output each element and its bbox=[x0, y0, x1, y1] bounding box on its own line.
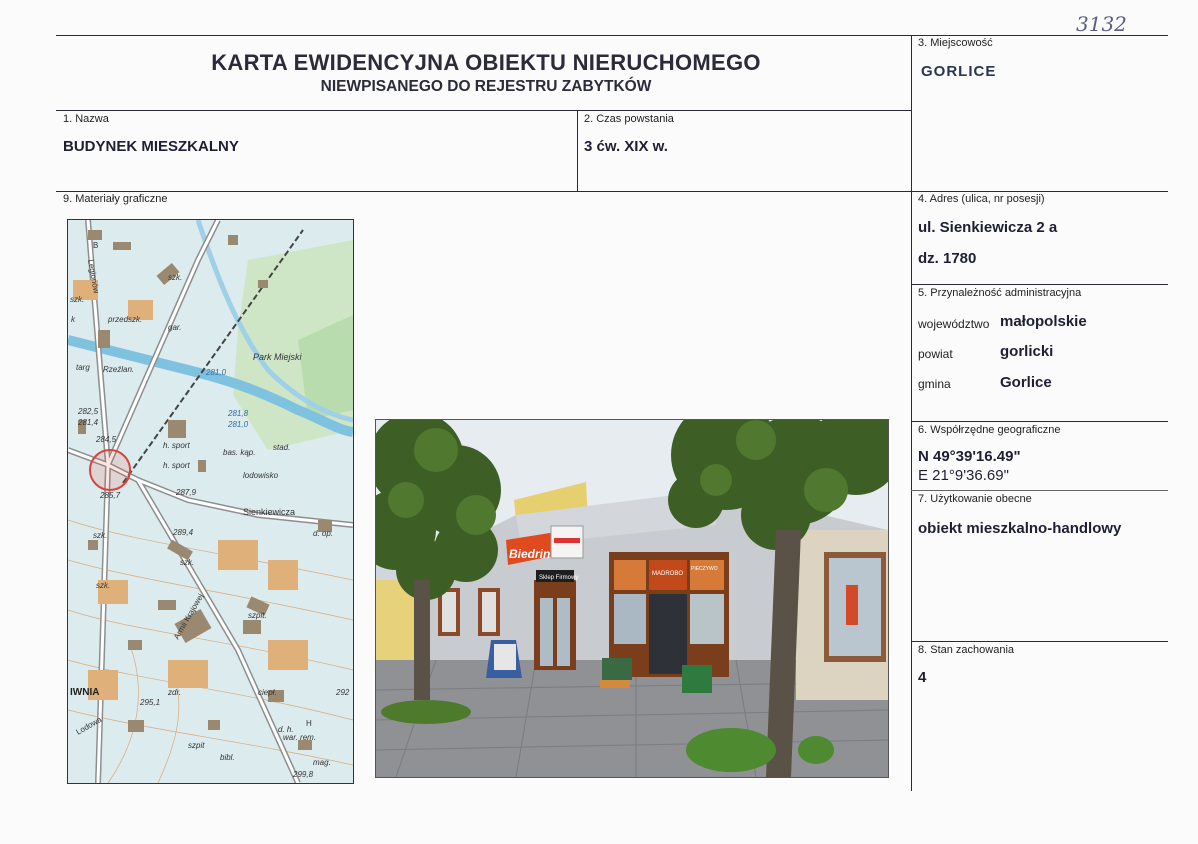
location-marker bbox=[89, 449, 131, 491]
map-label-zdr: zdr. bbox=[167, 688, 181, 697]
map-label-292: 292 bbox=[335, 688, 350, 697]
stan-value: 4 bbox=[918, 669, 927, 686]
wojewodztwo-key: województwo bbox=[918, 317, 990, 331]
map-label-szk: szk. bbox=[168, 273, 182, 282]
map-label-287-9: 287,9 bbox=[175, 488, 197, 497]
map-label-295-1: 295,1 bbox=[139, 698, 160, 707]
map-label-ciepl: ciepł. bbox=[258, 688, 277, 697]
map-label-281-4: 281,4 bbox=[77, 418, 99, 427]
topographic-map: szk. przedszk. gar. Park Miejski targ Rz… bbox=[67, 219, 354, 784]
shop-sign-text: Sklep Firmowy bbox=[539, 575, 578, 581]
map-label-szk4: szk. bbox=[96, 581, 110, 590]
map-label-szpit: szpit. bbox=[248, 611, 267, 620]
map-label-dh: d. h. bbox=[278, 725, 294, 734]
latitude-value: N 49°39'16.49" bbox=[918, 448, 1021, 465]
map-label-iwnia: IWNIA bbox=[70, 687, 99, 698]
map-label-dop: d. op. bbox=[313, 529, 333, 538]
pieczywo-text: PIECZYWO bbox=[691, 566, 718, 572]
rule-name-divider bbox=[577, 110, 578, 191]
map-label-hsport1: h. sport bbox=[163, 441, 190, 450]
map-label-lodowisko: lodowisko bbox=[243, 471, 279, 480]
adres-plot: dz. 1780 bbox=[918, 250, 977, 267]
powiat-key: powiat bbox=[918, 347, 953, 361]
shrub bbox=[686, 728, 776, 772]
rule-under-name bbox=[56, 191, 1168, 192]
map-label-281-8: 281,8 bbox=[227, 409, 249, 418]
map-label-285-7: 285,7 bbox=[99, 491, 121, 500]
rule-after-coords bbox=[911, 490, 1168, 491]
powiat-value: gorlicki bbox=[1000, 343, 1054, 360]
gmina-value: Gorlice bbox=[1000, 374, 1052, 391]
longitude-value: E 21°9'36.69" bbox=[918, 467, 1009, 484]
materialy-label: 9. Materiały graficzne bbox=[63, 193, 168, 205]
uzytkowanie-value: obiekt mieszkalno-handlowy bbox=[918, 520, 1122, 537]
map-label-281-0b: 281,0 bbox=[227, 420, 249, 429]
tree-trunk-left bbox=[414, 580, 430, 700]
wspolrzedne-label: 6. Współrzędne geograficzne bbox=[918, 424, 1061, 436]
miejscowosc-label: 3. Miejscowość bbox=[918, 37, 993, 49]
map-graphic: szk. przedszk. gar. Park Miejski targ Rz… bbox=[68, 220, 353, 783]
rule-right-column bbox=[911, 35, 912, 791]
record-card: 3132 KARTA EWIDENCYJNA OBIEKTU NIERUCHOM… bbox=[0, 0, 1198, 844]
map-label-przedszk: przedszk. bbox=[107, 315, 142, 324]
map-label-szk3: szk. bbox=[180, 558, 194, 567]
map-label-gar: gar. bbox=[168, 323, 182, 332]
map-label-stad: stad. bbox=[273, 443, 290, 452]
map-label-sienkiewicza: Sienkiewicza bbox=[243, 507, 295, 517]
map-label-281-0: 281,0 bbox=[205, 368, 227, 377]
map-label-park: Park Miejski bbox=[253, 352, 303, 362]
adres-label: 4. Adres (ulica, nr posesji) bbox=[918, 193, 1045, 205]
nazwa-label: 1. Nazwa bbox=[63, 113, 109, 125]
uzytkowanie-label: 7. Użytkowanie obecne bbox=[918, 493, 1032, 505]
map-label-szpit2: szpit bbox=[188, 741, 205, 750]
map-label-284-5: 284,5 bbox=[95, 435, 117, 444]
gmina-key: gmina bbox=[918, 377, 951, 391]
miejscowosc-value: GORLICE bbox=[921, 63, 997, 80]
map-label-bibl: bibl. bbox=[220, 753, 235, 762]
handwritten-number: 3132 bbox=[1076, 12, 1127, 36]
building-photo-graphic: Biedrinka Sklep Firmowy MADROBO PIECZYWO bbox=[376, 420, 888, 777]
building-photo: Biedrinka Sklep Firmowy MADROBO PIECZYWO bbox=[375, 419, 889, 778]
map-label-hsport2: h. sport bbox=[163, 461, 190, 470]
map-label-warrem: war. rem. bbox=[283, 733, 316, 742]
map-label-mag: mag. bbox=[313, 758, 331, 767]
madrodo-text: MADROBO bbox=[652, 571, 683, 577]
card-title: KARTA EWIDENCYJNA OBIEKTU NIERUCHOMEGO bbox=[211, 50, 761, 75]
map-label-szk0: szk. bbox=[70, 295, 84, 304]
map-label-baskap: bas. kąp. bbox=[223, 448, 255, 457]
grass-patch bbox=[381, 700, 471, 724]
map-label-szk2: szk. bbox=[93, 531, 107, 540]
map-label-299-8: 299,8 bbox=[292, 770, 314, 779]
rule-top bbox=[56, 35, 1168, 36]
czas-label: 2. Czas powstania bbox=[584, 113, 674, 125]
adres-street: ul. Sienkiewicza 2 a bbox=[918, 219, 1058, 236]
map-label-b: B bbox=[93, 241, 98, 250]
map-label-h: H bbox=[306, 719, 312, 728]
rule-after-usage bbox=[911, 641, 1168, 642]
rule-under-title bbox=[56, 110, 911, 111]
wojewodztwo-value: małopolskie bbox=[1000, 313, 1087, 330]
map-label-rzeslan: Rzeźlan. bbox=[103, 365, 134, 374]
map-label-targ: targ bbox=[76, 363, 90, 372]
rule-after-admin bbox=[911, 421, 1168, 422]
map-label-289-4: 289,4 bbox=[172, 528, 194, 537]
card-subtitle: NIEWPISANEGO DO REJESTRU ZABYTKÓW bbox=[320, 78, 652, 95]
stan-label: 8. Stan zachowania bbox=[918, 644, 1015, 656]
przynaleznosc-label: 5. Przynależność administracyjna bbox=[918, 287, 1082, 299]
rule-after-address bbox=[911, 284, 1168, 285]
czas-value: 3 ćw. XIX w. bbox=[584, 138, 668, 155]
nazwa-value: BUDYNEK MIESZKALNY bbox=[63, 138, 239, 155]
map-label-282-5: 282,5 bbox=[77, 407, 99, 416]
